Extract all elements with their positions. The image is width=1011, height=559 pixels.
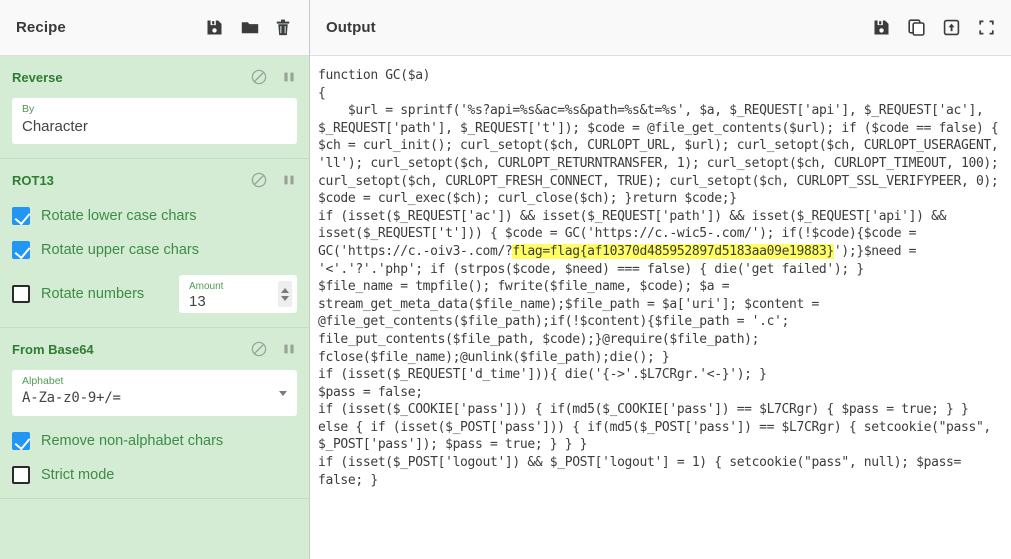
stepper-up-icon[interactable] [281,287,289,293]
stepper-down-icon[interactable] [281,295,289,301]
recipe-title-actions [206,19,293,36]
checkbox-label: Rotate upper case chars [41,242,199,258]
rotate-numbers-checkbox[interactable] [12,285,30,303]
operation-header-icons [251,341,297,357]
rot13-lowercase-row[interactable]: Rotate lower case chars [12,207,297,225]
amount-stepper[interactable] [278,281,292,307]
flag-highlight: flag=flag{af10370d485952897d5183aa09e198… [512,243,834,259]
operation-title: ROT13 [12,172,54,188]
output-title-actions [873,19,995,36]
base64-remove-non-alphabet-row[interactable]: Remove non-alphabet chars [12,432,297,450]
disable-icon[interactable] [251,172,267,188]
operation-header-icons [251,172,297,188]
rotate-upper-case-checkbox[interactable] [12,241,30,259]
recipe-operation-rot13[interactable]: ROT13 Rotate lower case chars Rotate upp… [0,159,309,328]
disable-icon[interactable] [251,341,267,357]
arg-label: Alphabet [22,375,64,387]
recipe-pane: Recipe Reverse By Character ROT13 Rotate… [0,0,310,559]
recipe-operation-from-base64[interactable]: From Base64 Alphabet A-Za-z0-9+/= Remove… [0,328,309,499]
copy-output-icon[interactable] [908,19,925,36]
arg-label: By [22,103,35,115]
operation-title: From Base64 [12,341,94,357]
operation-header: Reverse [12,66,297,88]
save-output-icon[interactable] [873,19,890,36]
arg-value: Character [22,118,88,135]
base64-strict-mode-row[interactable]: Strict mode [12,466,297,484]
operation-title: Reverse [12,69,63,85]
pause-icon[interactable] [281,69,297,85]
cyberchef-app: Recipe Reverse By Character ROT13 Rotate… [0,0,1011,559]
output-text-pre-flag: function GC($a) { $url = sprintf('%s?api… [318,68,999,259]
maximise-output-icon[interactable] [978,19,995,36]
clear-recipe-icon[interactable] [276,19,293,36]
pause-icon[interactable] [281,341,297,357]
checkbox-label: Rotate lower case chars [41,208,197,224]
base64-alphabet-select[interactable]: Alphabet A-Za-z0-9+/= [12,370,297,416]
recipe-title-bar: Recipe [0,0,309,56]
load-recipe-icon[interactable] [241,19,259,36]
remove-non-alphabet-chars-checkbox[interactable] [12,432,30,450]
operation-header: ROT13 [12,169,297,191]
reverse-by-field[interactable]: By Character [12,98,297,144]
output-pane-title: Output [326,19,376,36]
operation-header-icons [251,69,297,85]
output-pane: Output function GC($a) {$url = sprintf(… [310,0,1011,559]
checkbox-label: Rotate numbers [41,286,145,302]
chevron-down-icon[interactable] [279,391,287,396]
recipe-operation-reverse[interactable]: Reverse By Character [0,56,309,159]
checkbox-label: Strict mode [41,467,115,483]
rot13-numbers-row[interactable]: Rotate numbers Amount 13 [12,275,297,313]
arg-value: A-Za-z0-9+/= [22,390,121,406]
recipe-pane-title: Recipe [16,19,66,36]
replace-input-icon[interactable] [943,19,960,36]
output-title-bar: Output [310,0,1011,56]
arg-label: Amount [189,281,224,292]
output-text-post-flag: ');}$need = '<'.'?'.'php'; if (strpos($c… [318,243,991,488]
strict-mode-checkbox[interactable] [12,466,30,484]
operation-header: From Base64 [12,338,297,360]
save-recipe-icon[interactable] [206,19,223,36]
checkbox-label: Remove non-alphabet chars [41,433,224,449]
rot13-uppercase-row[interactable]: Rotate upper case chars [12,241,297,259]
recipe-operation-list: Reverse By Character ROT13 Rotate lower … [0,56,309,559]
pause-icon[interactable] [281,172,297,188]
arg-value: 13 [189,293,206,310]
output-text: function GC($a) { $url = sprintf('%s?api… [318,67,1005,489]
rot13-amount-field[interactable]: Amount 13 [179,275,297,313]
output-body[interactable]: function GC($a) { $url = sprintf('%s?api… [310,56,1011,559]
rotate-lower-case-checkbox[interactable] [12,207,30,225]
disable-icon[interactable] [251,69,267,85]
